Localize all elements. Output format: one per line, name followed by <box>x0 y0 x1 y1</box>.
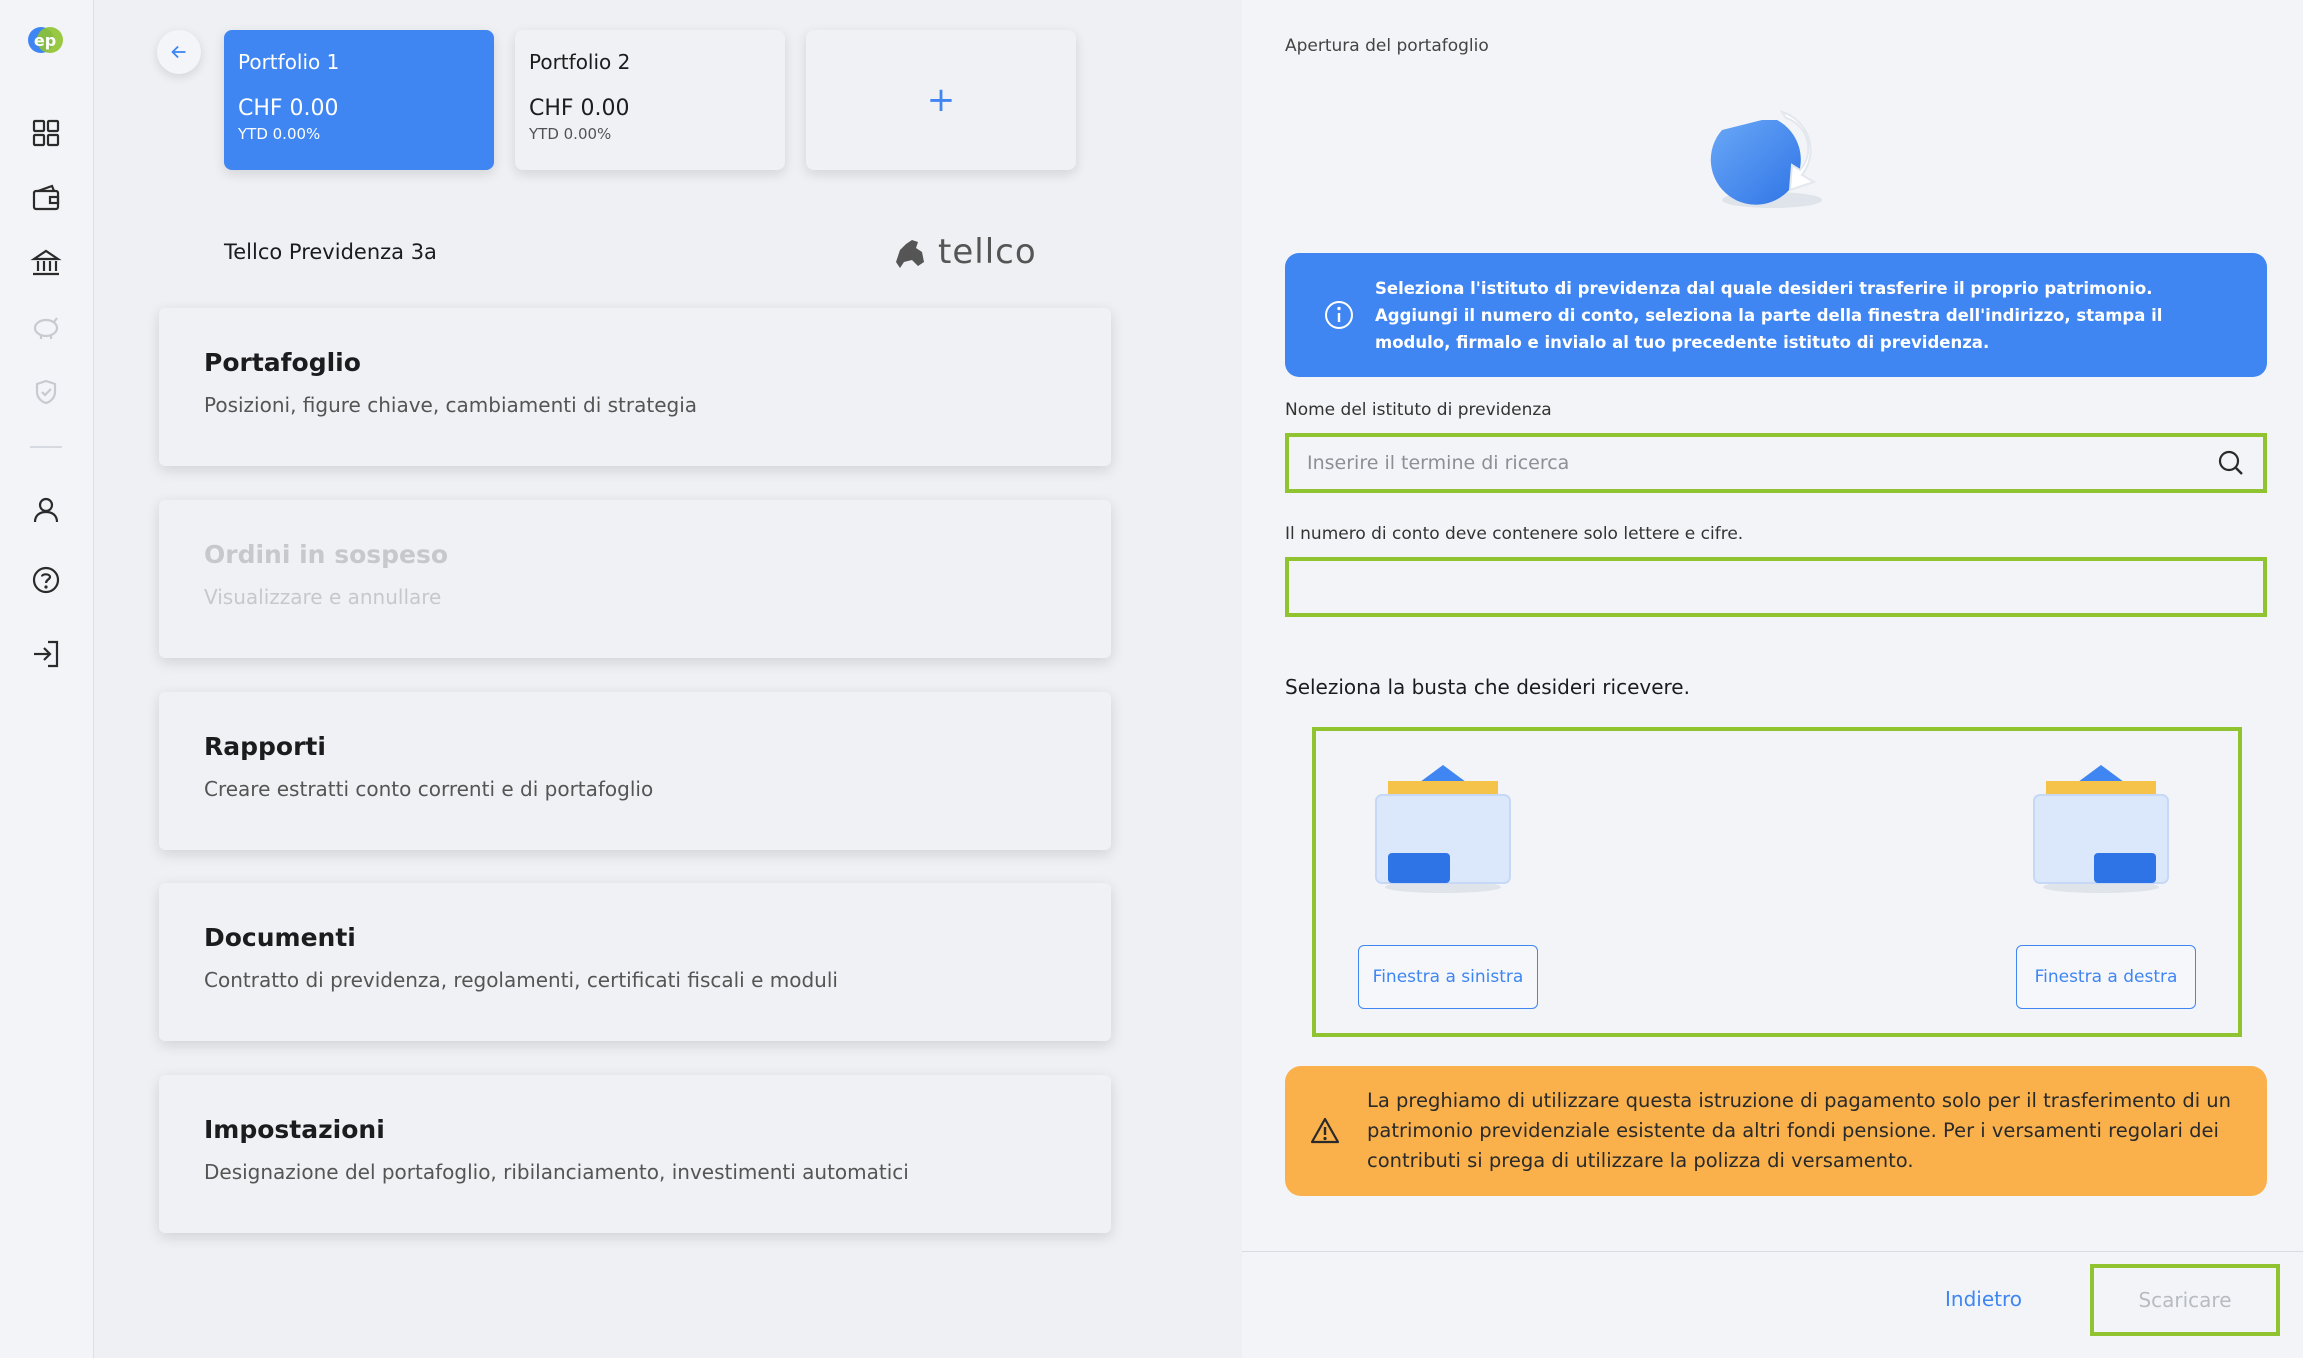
panel-heading: Apertura del portafoglio <box>1285 36 1489 56</box>
menu-card-subtitle: Creare estratti conto correnti e di port… <box>204 777 654 801</box>
menu-card-subtitle: Contratto di previdenza, regolamenti, ce… <box>204 968 838 992</box>
panel-footer: Indietro Scaricare <box>1242 1251 2303 1358</box>
back-button[interactable] <box>157 30 201 74</box>
transfer-panel: Apertura del portafoglio Seleziona l'ist… <box>1242 0 2303 1358</box>
window-left-button[interactable]: Finestra a sinistra <box>1358 945 1538 1009</box>
arrow-left-icon <box>171 45 186 59</box>
user-icon[interactable] <box>26 490 66 530</box>
sidebar: ep <box>0 0 94 1358</box>
menu-card-subtitle: Visualizzare e annullare <box>204 585 442 609</box>
portfolio-value: CHF 0.00 <box>238 96 339 121</box>
grid-icon[interactable] <box>26 113 66 153</box>
menu-card-documenti[interactable]: Documenti Contratto di previdenza, regol… <box>159 883 1111 1041</box>
portfolio-ytd: YTD 0.00% <box>529 125 612 143</box>
institution-search-field[interactable]: Inserire il termine di ricerca <box>1285 433 2267 493</box>
menu-card-title: Impostazioni <box>204 1115 385 1144</box>
wallet-icon[interactable] <box>26 178 66 218</box>
transfer-illustration <box>1710 110 1822 208</box>
warning-text: La preghiamo di utilizzare questa istruz… <box>1367 1089 2232 1172</box>
warning-icon <box>1310 1117 1340 1144</box>
menu-card-impostazioni[interactable]: Impostazioni Designazione del portafogli… <box>159 1075 1111 1233</box>
portfolio-card-2[interactable]: Portfolio 2 CHF 0.00 YTD 0.00% <box>515 30 785 170</box>
help-icon[interactable] <box>26 560 66 600</box>
envelope-selector: Finestra a sinistra Finestra a destra <box>1312 727 2242 1037</box>
search-input[interactable]: Inserire il termine di ricerca <box>1307 452 2217 474</box>
menu-card-ordini: Ordini in sospeso Visualizzare e annulla… <box>159 500 1111 658</box>
login-icon[interactable] <box>26 634 66 674</box>
envelope-left-icon[interactable] <box>1368 765 1518 895</box>
portfolio-ytd: YTD 0.00% <box>238 125 321 143</box>
search-icon[interactable] <box>2217 449 2245 477</box>
portfolio-overview: Portfolio 1 CHF 0.00 YTD 0.00% Portfolio… <box>95 0 1241 1358</box>
tellco-horse-icon <box>896 240 924 268</box>
envelope-right-icon[interactable] <box>2026 765 2176 895</box>
menu-card-title: Rapporti <box>204 732 326 761</box>
tellco-logo: tellco <box>890 232 1037 272</box>
institution-label: Nome del istituto di previdenza <box>1285 400 1552 420</box>
app-logo[interactable]: ep <box>24 22 66 58</box>
menu-card-rapporti[interactable]: Rapporti Creare estratti conto correnti … <box>159 692 1111 850</box>
portfolio-value: CHF 0.00 <box>529 96 630 121</box>
info-banner: Seleziona l'istituto di previdenza dal q… <box>1285 253 2267 377</box>
svg-text:ep: ep <box>34 31 56 50</box>
menu-card-subtitle: Posizioni, figure chiave, cambiamenti di… <box>204 393 698 417</box>
bank-icon[interactable] <box>26 243 66 283</box>
menu-card-title: Portafoglio <box>204 348 361 377</box>
menu-card-subtitle: Designazione del portafoglio, ribilancia… <box>204 1160 909 1184</box>
piggy-bank-icon <box>26 307 66 347</box>
warning-banner: La preghiamo di utilizzare questa istruz… <box>1285 1066 2267 1196</box>
shield-icon <box>26 372 66 412</box>
menu-card-title: Ordini in sospeso <box>204 540 449 569</box>
back-link-button[interactable]: Indietro <box>1945 1287 2022 1311</box>
provider-title: Tellco Previdenza 3a <box>224 240 437 264</box>
info-icon <box>1325 301 1353 329</box>
download-button[interactable]: Scaricare <box>2090 1264 2280 1336</box>
account-number-field[interactable] <box>1285 557 2267 617</box>
portfolio-name: Portfolio 1 <box>238 50 340 74</box>
sidebar-divider <box>30 446 62 448</box>
info-text: Seleziona l'istituto di previdenza dal q… <box>1375 278 2163 352</box>
plus-icon: + <box>926 80 956 120</box>
account-number-label: Il numero di conto deve contenere solo l… <box>1285 524 1744 544</box>
window-right-button[interactable]: Finestra a destra <box>2016 945 2196 1009</box>
menu-card-portafoglio[interactable]: Portafoglio Posizioni, figure chiave, ca… <box>159 308 1111 466</box>
envelope-question: Seleziona la busta che desideri ricevere… <box>1285 675 1690 699</box>
add-portfolio-button[interactable]: + <box>806 30 1076 170</box>
menu-card-title: Documenti <box>204 923 356 952</box>
portfolio-card-1[interactable]: Portfolio 1 CHF 0.00 YTD 0.00% <box>224 30 494 170</box>
portfolio-name: Portfolio 2 <box>529 50 631 74</box>
tellco-wordmark: tellco <box>938 232 1037 272</box>
